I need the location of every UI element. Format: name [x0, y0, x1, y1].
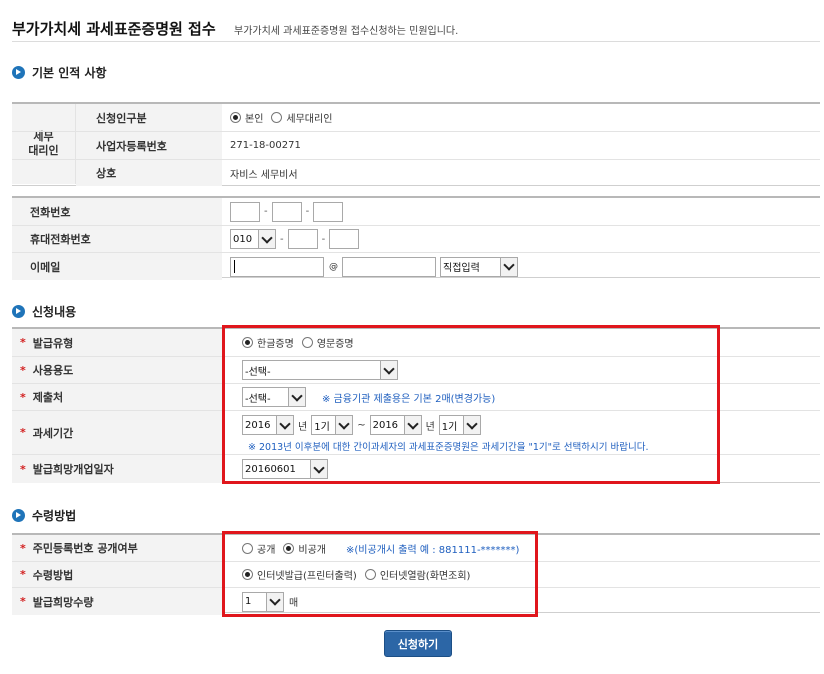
mobile-part2-input[interactable]: [287, 229, 318, 249]
phone-part3-input[interactable]: [313, 201, 344, 222]
highlight-frame-receive: [222, 531, 538, 617]
page-title: 부가가치세 과세표준증명원 접수: [12, 20, 216, 38]
label-purpose: * 사용용도: [12, 357, 222, 383]
label-phone: 전화번호: [12, 198, 222, 225]
row-applicant-type: 신청인구분 본인 세무대리인: [12, 104, 820, 132]
submit-button[interactable]: 신청하기: [384, 630, 452, 657]
highlight-frame-request: [222, 325, 720, 484]
page-header: 부가가치세 과세표준증명원 접수 부가가치세 과세표준증명원 접수신청하는 민원…: [12, 8, 820, 42]
email-id-input[interactable]: [230, 256, 324, 277]
radio-empty-icon: [271, 112, 283, 123]
label-submit-to: * 제출처: [12, 384, 222, 410]
label-desired-date: * 발급희망개업일자: [12, 455, 222, 483]
label-mobile: 휴대전화번호: [12, 226, 222, 252]
label-issue-type: * 발급유형: [12, 329, 222, 356]
label-method: * 수령방법: [12, 562, 222, 587]
label-email: 이메일: [12, 253, 222, 280]
contact-table: 전화번호 - - 휴대전화번호 010 - - 이메일 @ 직접입력: [12, 196, 820, 280]
label-id-disclosure: * 주민등록번호 공개여부: [12, 535, 222, 561]
mobile-part3-input[interactable]: [329, 229, 360, 249]
label-company: 상호: [76, 160, 222, 186]
label-period: * 과세기간: [12, 411, 222, 454]
bullet-arrow-icon: [12, 509, 25, 522]
label-quantity: * 발급희망수량: [12, 588, 222, 615]
radio-applicant-agent[interactable]: 세무대리인: [271, 110, 332, 125]
chevron-down-icon: [500, 257, 517, 276]
radio-applicant-self[interactable]: 본인: [230, 110, 263, 125]
label-applicant-type: 신청인구분: [76, 104, 222, 131]
phone-part1-input[interactable]: [230, 201, 260, 222]
company-value: 자비스 세무비서: [230, 169, 298, 181]
agent-info-table: 세무 대리인 신청인구분 본인 세무대리인 사업자등록번호 271-18-0027…: [12, 102, 820, 186]
email-domain-input[interactable]: [342, 256, 436, 277]
row-phone: 전화번호 - -: [12, 198, 820, 226]
row-company: 상호 자비스 세무비서: [12, 160, 820, 186]
bullet-arrow-icon: [12, 66, 25, 79]
row-mobile: 휴대전화번호 010 - -: [12, 226, 820, 253]
radio-selected-icon: [230, 112, 241, 123]
bullet-arrow-icon: [12, 305, 25, 318]
text-caret: [234, 260, 235, 273]
row-email: 이메일 @ 직접입력: [12, 253, 820, 280]
section-request-title: 신청내용: [12, 303, 76, 320]
page-description: 부가가치세 과세표준증명원 접수신청하는 민원입니다.: [234, 26, 459, 37]
section-basic-title: 기본 인적 사항: [12, 64, 107, 81]
row-biz-number: 사업자등록번호 271-18-00271: [12, 132, 820, 160]
mobile-prefix-select[interactable]: 010: [230, 229, 276, 249]
email-domain-select[interactable]: 직접입력: [440, 256, 518, 277]
label-biz-number: 사업자등록번호: [76, 132, 222, 159]
biz-number-value: 271-18-00271: [230, 140, 301, 151]
section-receive-title: 수령방법: [12, 507, 76, 524]
chevron-down-icon: [258, 230, 275, 248]
phone-part2-input[interactable]: [271, 201, 302, 222]
